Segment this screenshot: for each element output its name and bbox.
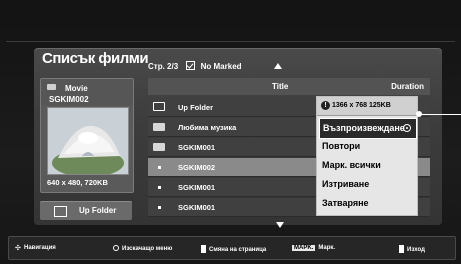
menu-item-label: Затваряне — [322, 198, 369, 208]
preview-type: Movie — [65, 84, 88, 93]
menu-item-label: Марк. всички — [322, 160, 381, 170]
page-key-icon — [201, 245, 206, 253]
exit-key-icon — [399, 245, 404, 253]
popup-info-text: 1366 x 768 125KB — [332, 102, 391, 109]
marked-status: No Marked — [200, 62, 242, 71]
selected-indicator-icon — [403, 124, 411, 132]
menu-item-label: Възпроизвеждане — [323, 123, 405, 133]
footer-page-change: Смяна на страница — [201, 245, 266, 253]
list-item-name: SGKIM002 — [178, 163, 216, 172]
movie-file-icon — [158, 206, 161, 209]
up-folder-icon — [54, 206, 67, 217]
preview-header: Movie SGKIM002 — [41, 79, 133, 105]
popup-menu: ! 1366 x 768 125KB Възпроизвеждане Повто… — [316, 96, 418, 216]
scroll-down-arrow-icon[interactable] — [276, 222, 284, 228]
top-divider — [6, 41, 455, 42]
up-folder-button[interactable]: Up Folder — [40, 201, 132, 220]
ok-button-icon — [113, 245, 119, 251]
footer-exit-label: Изход — [407, 247, 425, 253]
menu-item-label: Изтриване — [322, 179, 370, 189]
page-title: Списък филми — [42, 50, 149, 67]
footer-mark-label: Марк. — [318, 245, 336, 251]
up-folder-icon — [153, 102, 165, 111]
list-item-name: SGKIM001 — [178, 143, 216, 152]
folder-icon — [153, 123, 165, 131]
footer-popup-menu: Изскачащо меню — [113, 245, 172, 252]
page-indicator: Стр. 2/3 — [148, 62, 179, 71]
preview-image — [47, 107, 129, 175]
list-header: Title Duration — [148, 78, 430, 95]
preview-filename: SGKIM002 — [49, 95, 89, 104]
menu-item-close[interactable]: Затваряне — [319, 194, 415, 213]
footer-navigation-label: Навигация — [24, 245, 56, 251]
preview-size: 640 x 480, 720KB — [47, 178, 108, 187]
checkbox-icon — [186, 61, 196, 70]
preview-card: Movie SGKIM002 640 x 480, 720KB — [40, 78, 134, 193]
column-title: Title — [272, 82, 289, 91]
list-item-name: Любима музика — [178, 123, 237, 132]
info-icon: ! — [321, 101, 330, 110]
footer-page-label: Смяна на страница — [209, 247, 267, 253]
menu-item-label: Повтори — [322, 141, 361, 151]
list-item-name: SGKIM001 — [178, 203, 216, 212]
menu-item-play[interactable]: Възпроизвеждане — [319, 118, 417, 139]
movie-file-icon — [158, 186, 161, 189]
footer-navigation: ✣ Навигация — [15, 245, 56, 252]
popup-file-info: ! 1366 x 768 125KB — [317, 97, 417, 116]
scroll-up-arrow-icon[interactable] — [274, 63, 282, 69]
movie-file-icon — [158, 166, 161, 169]
menu-item-repeat[interactable]: Повтори — [319, 137, 415, 156]
column-duration: Duration — [391, 82, 424, 91]
callout-line — [420, 114, 461, 115]
footer-mark: MAPK. Марк. — [292, 245, 335, 251]
folder-icon — [153, 143, 165, 151]
up-folder-label: Up Folder — [79, 206, 117, 215]
menu-item-mark-all[interactable]: Марк. всички — [319, 156, 415, 175]
footer-exit: Изход — [399, 245, 425, 253]
menu-item-delete[interactable]: Изтриване — [319, 175, 415, 194]
page-status: Стр. 2/3 No Marked — [148, 61, 242, 71]
list-item-name: SGKIM001 — [178, 183, 216, 192]
footer-help-bar: ✣ Навигация Изскачащо меню Смяна на стран… — [8, 236, 456, 260]
list-item-name: Up Folder — [178, 103, 213, 112]
footer-popup-label: Изскачащо меню — [122, 246, 173, 252]
mark-key-icon: MAPK. — [292, 245, 316, 251]
folder-icon — [47, 84, 56, 90]
navigation-icon: ✣ — [15, 245, 21, 252]
